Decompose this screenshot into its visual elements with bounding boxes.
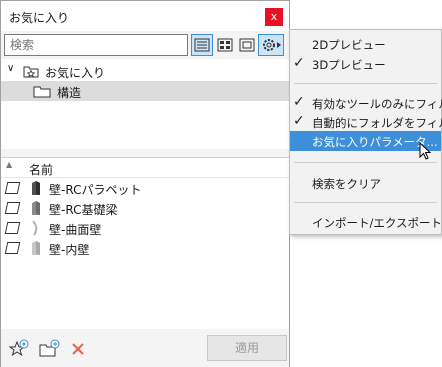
favorites-folder-icon [23, 66, 39, 78]
folder-icon [33, 86, 51, 98]
item-checkbox[interactable] [4, 242, 21, 254]
add-favorite-button[interactable] [8, 339, 29, 359]
chevron-down-icon[interactable]: ∨ [7, 63, 14, 74]
menu-item-2d-preview[interactable]: 2Dプレビュー [290, 34, 441, 54]
delete-icon [72, 343, 84, 355]
list-item[interactable]: 壁-曲面壁 [1, 218, 289, 238]
menu-item-label: 3Dプレビュー [312, 58, 386, 72]
close-button[interactable]: x [265, 8, 283, 26]
menu-item-filter-active-tools[interactable]: ✓ 有効なツールのみにフィルタ [290, 93, 442, 113]
item-label: 壁-内壁 [49, 243, 90, 257]
menu-item-3d-preview[interactable]: ✓ 3Dプレビュー [290, 54, 441, 74]
settings-dropdown-menu: 2Dプレビュー ✓ 3Dプレビュー ✓ 有効なツールのみにフィルタ ✓ 自動的に… [289, 29, 442, 235]
list-item[interactable]: 壁-内壁 [1, 238, 289, 258]
menu-item-label: インポート/エクスポート... [312, 216, 442, 230]
menu-separator [294, 202, 437, 203]
curved-wall-icon [32, 220, 38, 236]
wall-icon [32, 201, 40, 215]
item-label: 壁-RC基礎梁 [49, 203, 118, 217]
title-bar: お気に入り x [1, 1, 289, 31]
item-checkbox[interactable] [4, 182, 21, 194]
wall-icon [32, 241, 40, 255]
panel-footer: 適用 [1, 329, 289, 367]
new-folder-button[interactable] [39, 339, 60, 359]
checkmark-icon: ✓ [293, 55, 305, 71]
menu-item-label: 2Dプレビュー [312, 38, 386, 52]
preview-view-button[interactable] [236, 34, 258, 56]
menu-item-auto-filter-folders[interactable]: ✓ 自動的にフォルダをフィルタ [290, 112, 442, 132]
favorites-list: ▲ 名前 壁-RCパラペット 壁-RC基礎梁 壁-曲面壁 壁-内壁 [1, 157, 289, 329]
list-view-button[interactable] [191, 34, 213, 56]
menu-separator [294, 162, 437, 163]
checkmark-icon: ✓ [293, 113, 305, 129]
apply-button[interactable]: 適用 [207, 335, 287, 361]
preview-view-icon [239, 38, 255, 52]
search-input[interactable] [4, 34, 188, 56]
menu-item-clear-search[interactable]: 検索をクリア [290, 173, 441, 193]
sort-icon[interactable]: ▲ [6, 160, 12, 169]
panel-title: お気に入り [9, 11, 70, 25]
menu-item-label: 有効なツールのみにフィルタ [312, 97, 442, 111]
column-header-name[interactable]: 名前 [29, 161, 53, 178]
menu-item-import-export[interactable]: インポート/エクスポート... [290, 212, 442, 232]
wall-icon [32, 181, 40, 195]
item-label: 壁-曲面壁 [49, 223, 102, 237]
item-label: 壁-RCパラペット [49, 183, 142, 197]
list-item[interactable]: 壁-RCパラペット [1, 178, 289, 198]
splitter-handle[interactable] [1, 149, 289, 157]
tree-item-structure[interactable]: 構造 [1, 81, 289, 101]
tree-item-favorites[interactable]: ∨ お気に入り [1, 61, 289, 81]
checkmark-icon: ✓ [293, 94, 305, 110]
list-view-icon [194, 38, 210, 52]
settings-menu-button[interactable] [258, 34, 284, 56]
grid-view-icon [217, 38, 233, 52]
new-folder-icon [39, 339, 60, 357]
item-checkbox[interactable] [4, 222, 21, 234]
list-header: ▲ 名前 [1, 158, 289, 178]
mouse-cursor-icon [419, 142, 432, 160]
close-icon: x [270, 10, 278, 23]
add-favorite-icon [8, 339, 29, 357]
favorites-panel: お気に入り x ∨ [0, 0, 290, 367]
gear-icon [263, 39, 281, 51]
folder-tree: ∨ お気に入り 構造 [1, 59, 289, 149]
tree-item-label: 構造 [57, 86, 82, 100]
list-item[interactable]: 壁-RC基礎梁 [1, 198, 289, 218]
item-checkbox[interactable] [4, 202, 21, 214]
tree-item-label: お気に入り [45, 66, 106, 80]
menu-separator [294, 83, 437, 84]
menu-item-label: 検索をクリア [312, 177, 381, 191]
menu-item-label: 自動的にフォルダをフィルタ [312, 116, 442, 130]
grid-view-button[interactable] [214, 34, 236, 56]
delete-button[interactable] [69, 339, 89, 359]
